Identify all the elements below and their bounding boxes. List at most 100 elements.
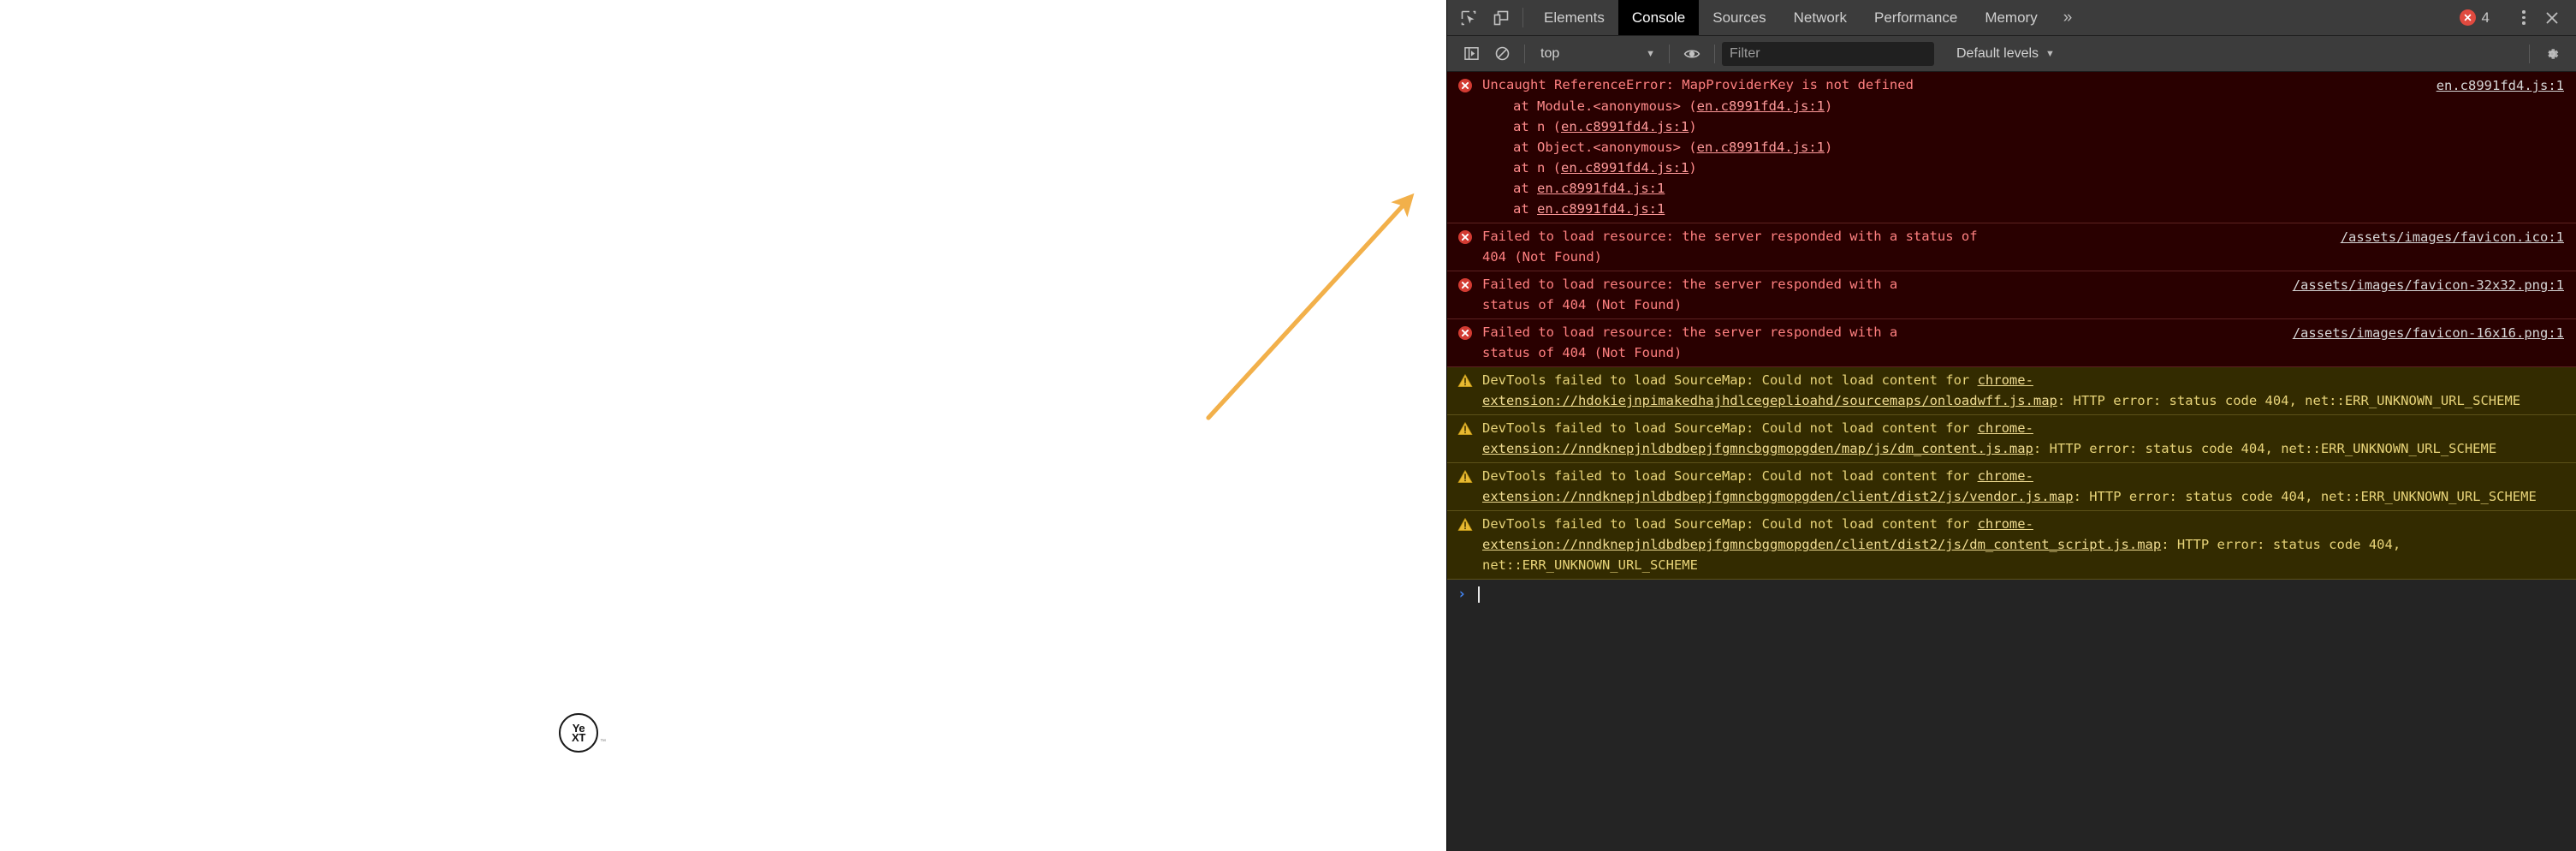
warning-triangle-icon <box>1457 470 1473 484</box>
error-circle-x-icon <box>1458 278 1472 293</box>
error-count-badge[interactable]: 4 <box>2449 9 2500 27</box>
more-tabs-button[interactable]: » <box>2051 0 2085 35</box>
yext-logo-line2: XT <box>571 731 585 744</box>
console-filter-input[interactable] <box>1722 41 1934 66</box>
stack-frame: at Module.<anonymous> (en.c8991fd4.js:1) <box>1513 98 1833 115</box>
warning-triangle-icon <box>1457 374 1473 388</box>
error-icon <box>1456 276 1475 295</box>
tabbar-left-icons <box>1447 0 1519 35</box>
warning-icon <box>1456 420 1475 438</box>
console-message-error[interactable]: Failed to load resource: the server resp… <box>1447 223 2576 272</box>
tabbar-right-icons: 4 <box>2449 0 2576 35</box>
message-text-line2: 404 (Not Found) <box>1482 249 1602 265</box>
close-icon <box>2546 12 2558 23</box>
message-text-line2: status of 404 (Not Found) <box>1482 297 1683 313</box>
console-sidebar-toggle-button[interactable] <box>1457 40 1485 68</box>
message-source-link[interactable]: /assets/images/favicon-16x16.png:1 <box>2293 323 2564 343</box>
error-icon <box>1456 324 1475 342</box>
error-circle-x-icon <box>1458 79 1472 92</box>
console-prompt[interactable]: › <box>1447 580 2576 610</box>
devtools-panel: Elements Console Sources Network Perform… <box>1446 0 2576 851</box>
execution-context-selector[interactable]: top ▼ <box>1532 42 1662 66</box>
warning-icon <box>1456 372 1475 390</box>
stack-frame: at n (en.c8991fd4.js:1) <box>1513 160 1697 176</box>
message-source-link[interactable]: /assets/images/favicon.ico:1 <box>2341 227 2564 247</box>
stack-frame: at en.c8991fd4.js:1 <box>1513 201 1665 217</box>
console-message-error[interactable]: Failed to load resource: the server resp… <box>1447 271 2576 320</box>
prompt-text-cursor <box>1478 586 1481 603</box>
log-levels-selector[interactable]: Default levels ▼ <box>1948 42 2063 66</box>
toolbar-divider <box>1524 44 1525 63</box>
tab-network[interactable]: Network <box>1780 0 1861 35</box>
live-expression-button[interactable] <box>1678 40 1706 68</box>
devtools-tabbar: Elements Console Sources Network Perform… <box>1447 0 2576 36</box>
devtools-tabs: Elements Console Sources Network Perform… <box>1530 0 2449 35</box>
message-body: DevTools failed to load SourceMap: Could… <box>1482 514 2564 575</box>
message-prefix: DevTools failed to load SourceMap: Could… <box>1482 420 1978 437</box>
execution-context-value: top <box>1540 45 1560 61</box>
console-toolbar: top ▼ Default levels ▼ <box>1447 36 2576 72</box>
message-body: Uncaught ReferenceError: MapProviderKey … <box>1482 74 2564 219</box>
stack-trace: at Module.<anonymous> (en.c8991fd4.js:1)… <box>1482 96 2564 219</box>
warning-triangle-icon <box>1457 422 1473 436</box>
warning-icon <box>1456 515 1475 534</box>
circle-x-icon <box>2459 9 2476 26</box>
settings-gear-icon <box>2548 48 2559 59</box>
message-text: Uncaught ReferenceError: MapProviderKey … <box>1482 77 1914 92</box>
tab-elements[interactable]: Elements <box>1530 0 1618 35</box>
device-toolbar-icon <box>1493 10 1509 25</box>
console-message-error[interactable]: Failed to load resource: the server resp… <box>1447 319 2576 368</box>
message-suffix: : HTTP error: status code 404, net::ERR_… <box>2057 393 2521 409</box>
inspect-element-icon <box>1461 10 1476 25</box>
console-message-warning[interactable]: DevTools failed to load SourceMap: Could… <box>1447 415 2576 464</box>
stack-frame-link[interactable]: en.c8991fd4.js:1 <box>1537 181 1665 196</box>
console-message-list: Uncaught ReferenceError: MapProviderKey … <box>1447 72 2576 851</box>
stack-frame: at n (en.c8991fd4.js:1) <box>1513 119 1697 135</box>
tab-memory[interactable]: Memory <box>1971 0 2051 35</box>
error-count-text: 4 <box>2481 9 2490 26</box>
message-source-link[interactable]: en.c8991fd4.js:1 <box>2437 75 2564 96</box>
warning-triangle-icon <box>1457 518 1473 532</box>
console-message-error[interactable]: Uncaught ReferenceError: MapProviderKey … <box>1447 72 2576 224</box>
message-body: DevTools failed to load SourceMap: Could… <box>1482 418 2564 459</box>
tabbar-divider <box>1522 8 1523 27</box>
console-message-warning[interactable]: DevTools failed to load SourceMap: Could… <box>1447 511 2576 580</box>
tab-sources[interactable]: Sources <box>1699 0 1779 35</box>
stack-frame-link[interactable]: en.c8991fd4.js:1 <box>1697 140 1825 155</box>
stack-frame-link[interactable]: en.c8991fd4.js:1 <box>1561 119 1689 134</box>
device-toolbar-button[interactable] <box>1488 5 1514 31</box>
clear-console-button[interactable] <box>1488 40 1516 68</box>
clear-console-icon <box>1495 46 1509 61</box>
stack-frame-link[interactable]: en.c8991fd4.js:1 <box>1537 201 1665 217</box>
yext-logo-text: Ye XT <box>571 723 585 744</box>
message-body: DevTools failed to load SourceMap: Could… <box>1482 370 2564 411</box>
yext-logo: Ye XT <box>559 713 598 753</box>
message-suffix: : HTTP error: status code 404, net::ERR_… <box>2073 489 2537 505</box>
trademark-symbol: ™ <box>600 739 606 745</box>
console-message-warning[interactable]: DevTools failed to load SourceMap: Could… <box>1447 367 2576 416</box>
warning-icon <box>1456 467 1475 486</box>
tab-console[interactable]: Console <box>1617 0 1700 35</box>
message-prefix: DevTools failed to load SourceMap: Could… <box>1482 516 1978 533</box>
more-options-button[interactable] <box>2511 5 2537 31</box>
kebab-dot <box>2522 10 2526 14</box>
inspect-element-button[interactable] <box>1456 5 1481 31</box>
close-devtools-button[interactable] <box>2538 4 2566 32</box>
error-circle-x-icon <box>1458 230 1472 245</box>
message-source-link[interactable]: /assets/images/favicon-32x32.png:1 <box>2293 275 2564 295</box>
message-prefix: DevTools failed to load SourceMap: Could… <box>1482 468 1978 485</box>
message-prefix: DevTools failed to load SourceMap: Could… <box>1482 372 1978 389</box>
chevron-down-icon: ▼ <box>2045 48 2055 59</box>
stack-frame-link[interactable]: en.c8991fd4.js:1 <box>1697 98 1825 114</box>
console-settings-button[interactable] <box>2538 40 2566 68</box>
kebab-dot <box>2522 15 2526 20</box>
console-message-warning[interactable]: DevTools failed to load SourceMap: Could… <box>1447 463 2576 512</box>
tab-performance[interactable]: Performance <box>1861 0 1971 35</box>
toolbar-divider <box>2529 44 2530 63</box>
kebab-dot <box>2522 21 2526 25</box>
chevron-down-icon: ▼ <box>1646 48 1655 59</box>
error-circle-x-icon <box>1458 326 1472 341</box>
prompt-caret-icon: › <box>1457 586 1467 604</box>
screen-root: Ye XT ™ Elements Console Sources Network… <box>0 0 2576 851</box>
stack-frame-link[interactable]: en.c8991fd4.js:1 <box>1561 160 1689 176</box>
